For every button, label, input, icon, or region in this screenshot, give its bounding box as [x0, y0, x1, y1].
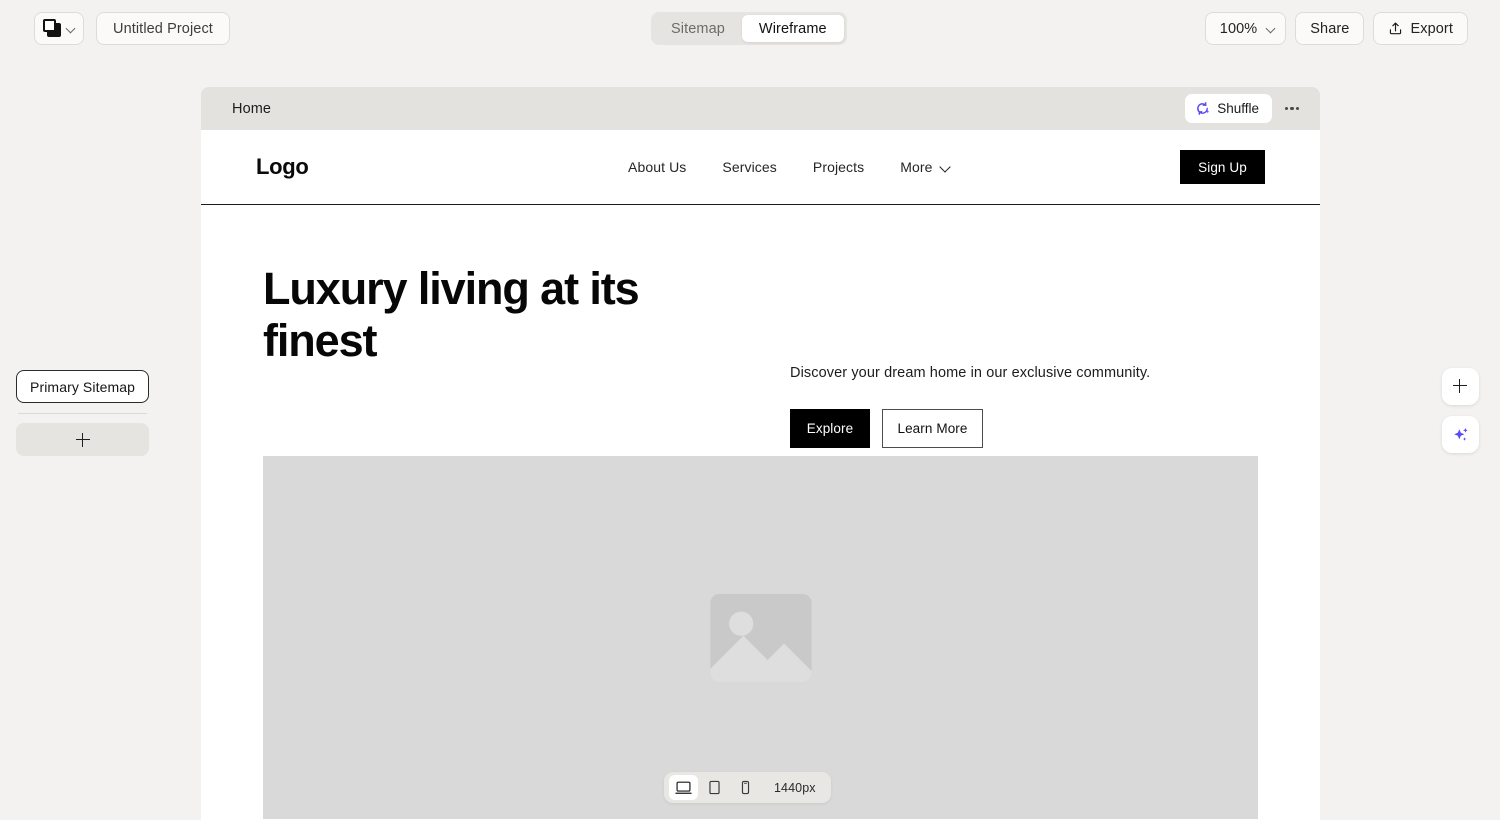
wireframe-canvas: Logo About Us Services Projects More Sig…	[201, 130, 1320, 820]
shuffle-label: Shuffle	[1217, 101, 1259, 116]
explore-button[interactable]: Explore	[790, 409, 870, 448]
chevron-down-icon	[940, 162, 951, 173]
mobile-icon	[741, 780, 750, 795]
chevron-down-icon	[1266, 24, 1275, 33]
nav-link-more-label: More	[900, 159, 933, 175]
device-desktop-button[interactable]	[669, 775, 698, 800]
app-logo-button[interactable]	[34, 12, 84, 45]
sidebar-divider	[18, 413, 147, 414]
chevron-down-icon	[66, 24, 75, 33]
sitemap-group: Primary Sitemap	[16, 370, 149, 456]
frame-title: Home	[232, 100, 272, 117]
add-element-button[interactable]	[1442, 368, 1479, 405]
hero-cta-group: Explore Learn More	[790, 409, 983, 448]
wireframe-navbar: Logo About Us Services Projects More Sig…	[201, 130, 1320, 205]
device-mobile-button[interactable]	[731, 775, 760, 800]
export-button[interactable]: Export	[1373, 12, 1468, 45]
nav-link-about-us[interactable]: About Us	[628, 159, 704, 175]
hero-subtext: Discover your dream home in our exclusiv…	[790, 365, 1151, 381]
nav-link-services[interactable]: Services	[704, 159, 794, 175]
nav-link-projects[interactable]: Projects	[795, 159, 882, 175]
frame-header-bar: Home Shuffle	[201, 87, 1320, 130]
shuffle-button[interactable]: Shuffle	[1185, 94, 1272, 123]
plus-icon	[1452, 378, 1469, 395]
project-name-input[interactable]: Untitled Project	[96, 12, 230, 45]
learn-more-button[interactable]: Learn More	[882, 409, 983, 448]
nav-link-more[interactable]: More	[882, 159, 968, 175]
share-button[interactable]: Share	[1295, 12, 1365, 45]
tablet-icon	[709, 780, 720, 795]
app-logo-squares-icon	[41, 17, 64, 40]
device-width-label: 1440px	[774, 780, 816, 795]
toolbar-left-group: Untitled Project	[34, 12, 230, 45]
sidebar-item-primary-sitemap[interactable]: Primary Sitemap	[16, 370, 149, 403]
hero-image-placeholder[interactable]	[263, 456, 1258, 819]
left-sidebar: Primary Sitemap	[0, 57, 200, 820]
desktop-icon	[675, 781, 692, 794]
tab-wireframe[interactable]: Wireframe	[741, 15, 844, 42]
view-mode-tabs: Sitemap Wireframe	[651, 12, 847, 45]
toolbar-right-group: 100% Share Export	[1204, 12, 1468, 45]
wireframe-logo: Logo	[256, 154, 309, 179]
frame-more-options-button[interactable]	[1278, 95, 1306, 123]
signup-button[interactable]: Sign Up	[1180, 150, 1265, 184]
canvas-float-actions	[1442, 368, 1479, 453]
ellipsis-icon	[1284, 106, 1288, 111]
device-tablet-button[interactable]	[700, 775, 729, 800]
top-toolbar: Untitled Project Sitemap Wireframe 100% …	[0, 0, 1500, 57]
zoom-level-label: 100%	[1219, 20, 1258, 37]
hero-headline: Luxury living at its finest	[263, 263, 640, 366]
frame-header-actions: Shuffle	[1185, 94, 1306, 123]
image-placeholder-icon	[709, 593, 812, 682]
wireframe-nav-links: About Us Services Projects More	[628, 159, 969, 175]
tab-sitemap[interactable]: Sitemap	[654, 15, 742, 42]
plus-icon	[75, 432, 90, 447]
zoom-level-dropdown[interactable]: 100%	[1204, 12, 1287, 45]
export-label: Export	[1410, 20, 1453, 37]
sparkles-icon	[1453, 427, 1468, 441]
upload-icon	[1390, 22, 1402, 35]
device-size-toolbar: 1440px	[664, 772, 831, 803]
ai-assist-button[interactable]	[1442, 416, 1479, 453]
add-sitemap-button[interactable]	[16, 423, 149, 456]
refresh-sparkle-icon	[1197, 102, 1210, 115]
